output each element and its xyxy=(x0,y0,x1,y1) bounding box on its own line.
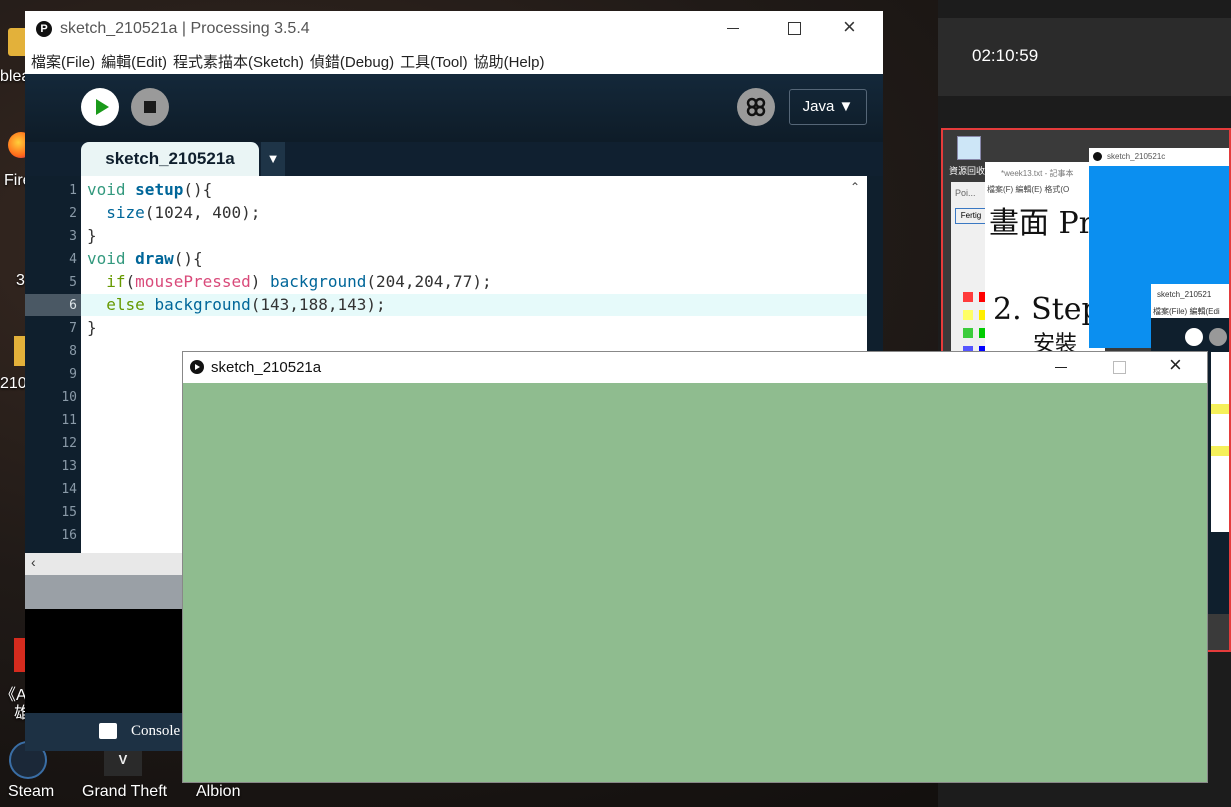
console-icon[interactable] xyxy=(99,723,117,739)
menu-help[interactable]: 協助(Help) xyxy=(474,51,545,72)
menu-file[interactable]: 檔案(File) xyxy=(31,51,95,72)
line-number: 5 xyxy=(69,275,77,290)
mini-ide-menu: 檔案(File) 編輯(Edi xyxy=(1153,307,1220,316)
recycle-bin-icon[interactable] xyxy=(957,136,981,160)
code-line-3: } xyxy=(87,226,97,245)
line-number: 8 xyxy=(69,344,77,359)
albion-label: Albion xyxy=(196,783,241,800)
minimize-icon[interactable] xyxy=(1055,367,1067,368)
notepad-menu: 檔案(F) 編輯(E) 格式(O xyxy=(987,185,1070,194)
processing-run-icon xyxy=(190,360,204,374)
color-swatch[interactable] xyxy=(963,310,973,320)
menu-edit[interactable]: 編輯(Edit) xyxy=(101,51,167,72)
minimize-icon[interactable] xyxy=(727,28,739,29)
stop-button[interactable] xyxy=(131,88,169,126)
maximize-icon[interactable] xyxy=(788,22,801,35)
maximize-icon[interactable] xyxy=(1113,361,1126,374)
color-swatch[interactable] xyxy=(963,328,973,338)
notepad-window[interactable]: *week13.txt - 記事本 檔案(F) 編輯(E) 格式(O 畫面 Pr… xyxy=(985,162,1105,362)
line-number: 14 xyxy=(61,482,77,497)
notepad-title: *week13.txt - 記事本 xyxy=(1001,169,1074,178)
notepad-text: 畫面 Pr xyxy=(989,206,1094,241)
ide-menu-bar: 檔案(File) 編輯(Edit) 程式素描本(Sketch) 偵錯(Debug) 工具… xyxy=(25,48,883,75)
ide-title-bar[interactable]: P sketch_210521a | Processing 3.5.4 × xyxy=(25,11,883,48)
line-number: 2 xyxy=(69,206,77,221)
sketch-title: sketch_210521a xyxy=(211,359,322,376)
line-number: 15 xyxy=(61,505,77,520)
sketch-title-bar[interactable]: sketch_210521a × xyxy=(183,352,1207,383)
butterfly-icon xyxy=(746,97,766,117)
mode-selector[interactable]: Java ▼ xyxy=(789,89,867,125)
recycle-bin-label: 資源回收 xyxy=(949,166,986,176)
code-line-1: void setup(){ xyxy=(87,180,213,199)
close-icon[interactable]: × xyxy=(843,14,856,40)
sketch-canvas[interactable] xyxy=(183,383,1207,782)
scroll-left-icon[interactable]: ‹ xyxy=(31,554,36,570)
processing-logo-icon: P xyxy=(36,21,52,37)
code-line-4: void draw(){ xyxy=(87,249,203,268)
sketch-window[interactable]: sketch_210521a × xyxy=(182,351,1208,783)
close-icon[interactable]: × xyxy=(1169,352,1182,378)
tab-strip: sketch_210521a ▼ xyxy=(25,142,883,176)
tab-menu-button[interactable]: ▼ xyxy=(261,142,285,176)
line-number: 13 xyxy=(61,459,77,474)
mini-ide-title: sketch_210521 xyxy=(1157,290,1212,299)
code-line-2: size(1024, 400); xyxy=(106,203,261,222)
ide-title-text: sketch_210521a | Processing 3.5.4 xyxy=(60,20,310,37)
gta-label: Grand Theft xyxy=(82,783,168,800)
menu-debug[interactable]: 偵錯(Debug) xyxy=(310,51,394,72)
line-number: 6 xyxy=(69,298,77,313)
line-number: 12 xyxy=(61,436,77,451)
menu-sketch[interactable]: 程式素描本(Sketch) xyxy=(173,51,304,72)
mini-stop-button[interactable] xyxy=(1209,328,1227,346)
line-number: 10 xyxy=(61,390,77,405)
line-number: 3 xyxy=(69,229,77,244)
timer-display: 02:10:59 xyxy=(972,46,1039,65)
line-number: 11 xyxy=(61,413,77,428)
sketch-c-title: sketch_210521c xyxy=(1107,152,1166,161)
line-number: 1 xyxy=(69,183,77,198)
line-number: 16 xyxy=(61,528,77,543)
code-line-6: else background(143,188,143); xyxy=(106,295,386,314)
line-number: 4 xyxy=(69,252,77,267)
processing-icon xyxy=(1093,152,1102,161)
tab-sketch[interactable]: sketch_210521a xyxy=(81,142,259,176)
console-tab[interactable]: Console xyxy=(131,723,180,740)
line-number: 7 xyxy=(69,321,77,336)
mini-run-button[interactable] xyxy=(1185,328,1203,346)
code-line-5: if(mousePressed) background(204,204,77); xyxy=(106,272,492,291)
ide-toolbar: Java ▼ xyxy=(25,74,883,142)
color-swatch[interactable] xyxy=(963,292,973,302)
steam-label: Steam xyxy=(8,783,55,800)
menu-tool[interactable]: 工具(Tool) xyxy=(400,51,468,72)
debug-button[interactable] xyxy=(737,88,775,126)
desktop-icon-label: 210 xyxy=(0,375,27,392)
stop-icon xyxy=(144,101,156,113)
play-icon xyxy=(96,99,109,115)
notepad-text: 2. Step xyxy=(993,292,1101,327)
line-number: 9 xyxy=(69,367,77,382)
run-button[interactable] xyxy=(81,88,119,126)
fertig-button[interactable]: Fertig xyxy=(955,208,987,224)
paint-label: Poi... xyxy=(955,188,976,198)
mini-editor xyxy=(1211,352,1229,532)
code-line-7: } xyxy=(87,318,97,337)
desktop-icon-label: 3 xyxy=(16,272,25,289)
